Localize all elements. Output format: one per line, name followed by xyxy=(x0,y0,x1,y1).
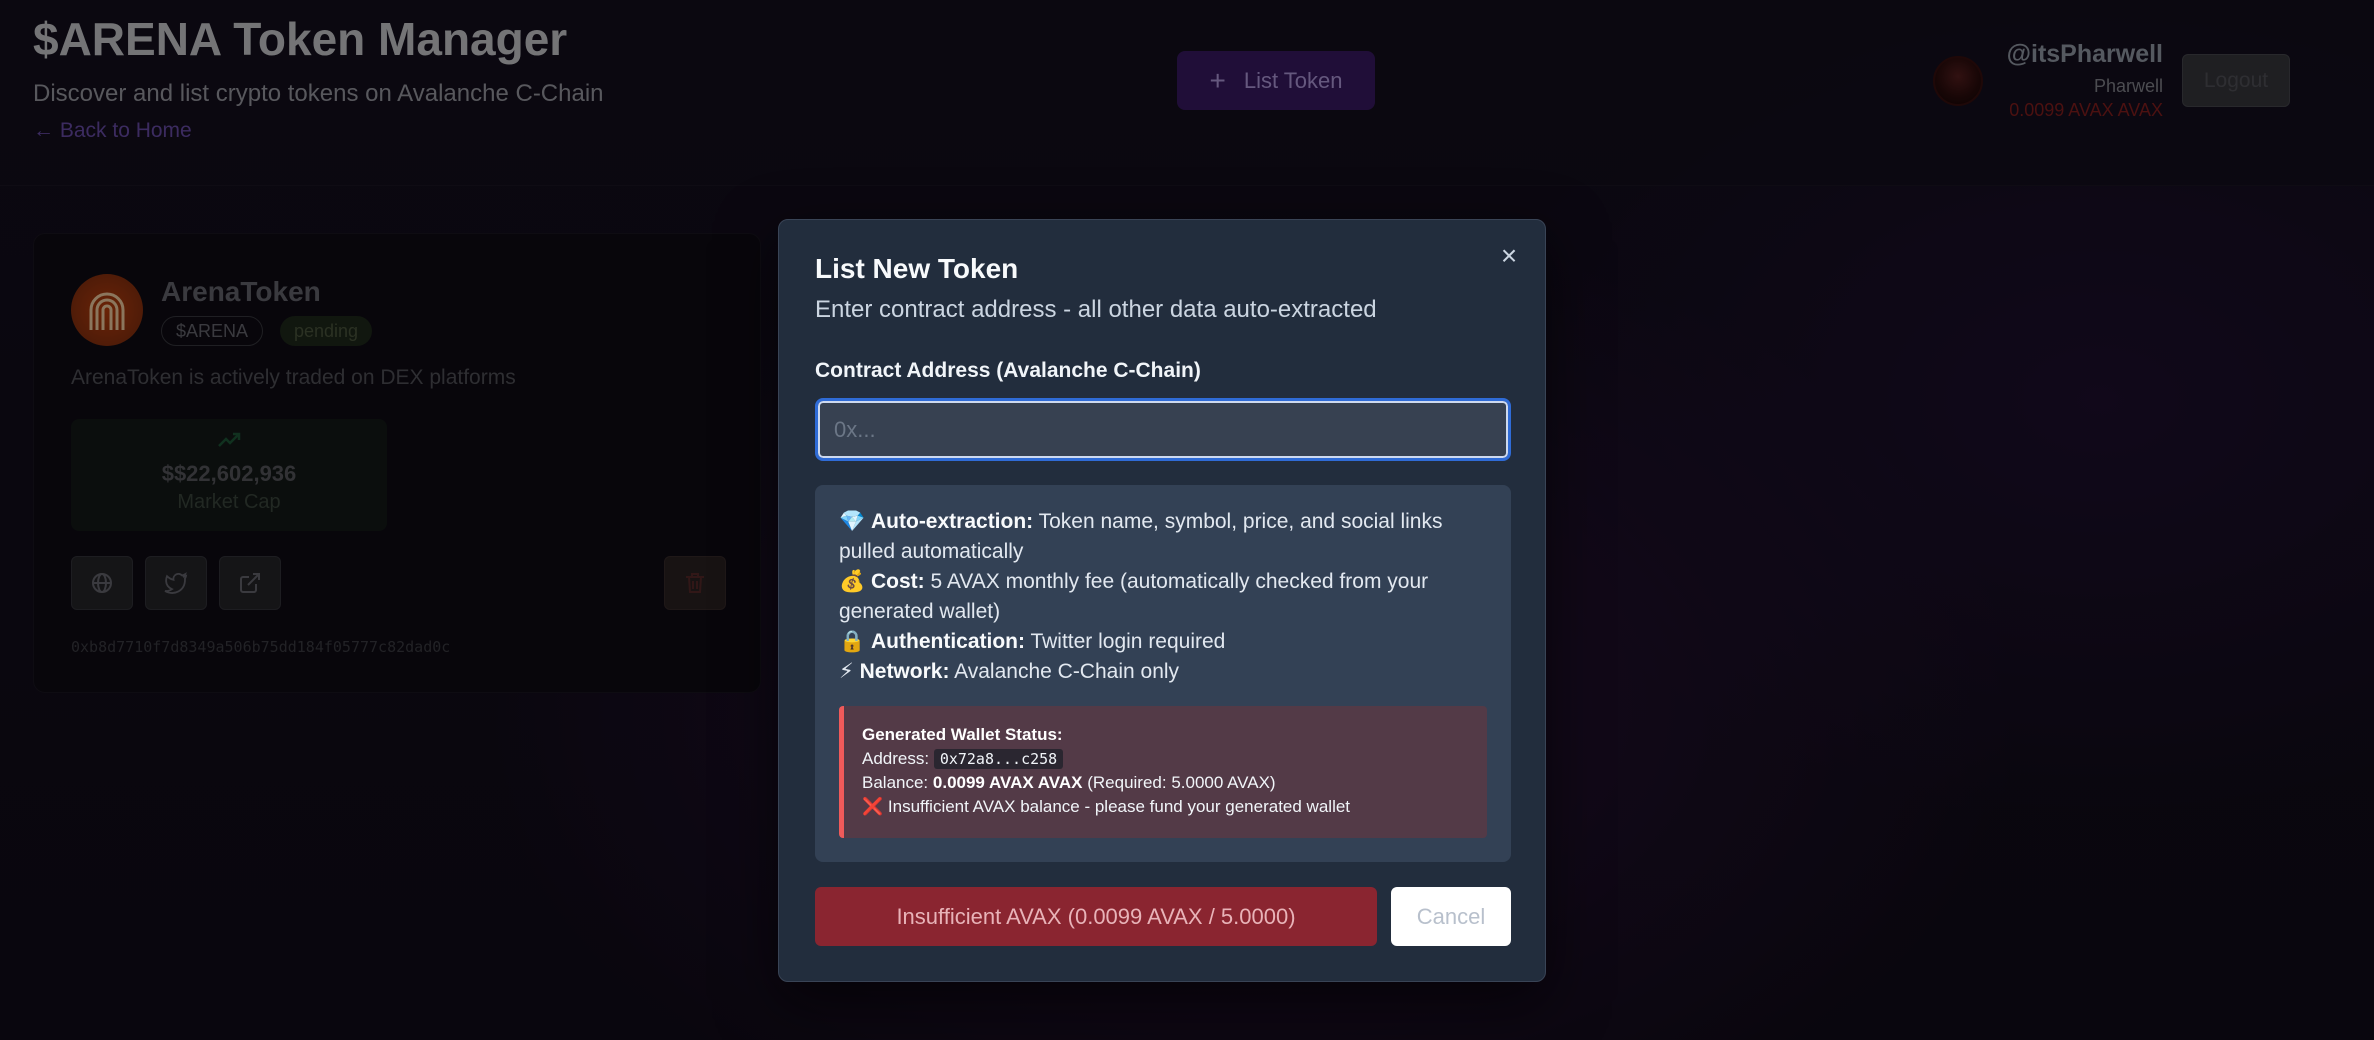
wallet-balance-label: Balance: xyxy=(862,773,933,792)
info-item-network: ⚡ Network: Avalanche C-Chain only xyxy=(839,657,1489,687)
close-icon[interactable]: × xyxy=(1493,240,1525,272)
wallet-balance: 0.0099 AVAX AVAX xyxy=(932,773,1083,792)
info-label: Cost: xyxy=(871,570,925,593)
wallet-status-lines: Generated Wallet Status: Address: 0x72a8… xyxy=(862,723,1350,819)
submit-listing-button[interactable]: Insufficient AVAX (0.0099 AVAX / 5.0000) xyxy=(815,887,1377,946)
info-text: Twitter login required xyxy=(1024,630,1226,653)
diamond-icon: 💎 xyxy=(839,510,866,533)
info-item-cost: 💰 Cost: 5 AVAX monthly fee (automaticall… xyxy=(839,567,1489,627)
info-label: Network: xyxy=(859,660,950,683)
cancel-button[interactable]: Cancel xyxy=(1391,887,1511,946)
info-label: Authentication: xyxy=(871,630,1025,653)
lock-icon: 🔒 xyxy=(839,630,866,653)
info-list: 💎 Auto-extraction: Token name, symbol, p… xyxy=(839,507,1489,687)
wallet-status-heading: Generated Wallet Status: xyxy=(862,725,1063,744)
wallet-status-panel: Generated Wallet Status: Address: 0x72a8… xyxy=(839,706,1487,838)
info-text: 5 AVAX monthly fee (automatically checke… xyxy=(839,570,1429,623)
contract-address-input[interactable] xyxy=(815,398,1511,461)
modal-title: List New Token xyxy=(815,253,1019,284)
money-bag-icon: 💰 xyxy=(839,570,866,593)
info-item-authentication: 🔒 Authentication: Twitter login required xyxy=(839,627,1489,657)
cross-mark-icon: ❌ xyxy=(862,797,884,816)
list-token-modal: × List New Token Enter contract address … xyxy=(778,219,1546,982)
info-label: Auto-extraction: xyxy=(871,510,1034,533)
lightning-icon: ⚡ xyxy=(839,660,854,683)
wallet-warning: Insufficient AVAX balance - please fund … xyxy=(883,797,1351,816)
wallet-address-label: Address: xyxy=(862,749,934,768)
wallet-address: 0x72a8...c258 xyxy=(933,749,1064,769)
info-item-auto-extraction: 💎 Auto-extraction: Token name, symbol, p… xyxy=(839,507,1489,567)
contract-address-label: Contract Address (Avalanche C-Chain) xyxy=(815,359,1201,382)
wallet-required: (Required: 5.0000 AVAX) xyxy=(1082,773,1276,792)
info-panel: 💎 Auto-extraction: Token name, symbol, p… xyxy=(815,485,1511,862)
info-text: Avalanche C-Chain only xyxy=(949,660,1180,683)
modal-subtitle: Enter contract address - all other data … xyxy=(815,296,1377,323)
